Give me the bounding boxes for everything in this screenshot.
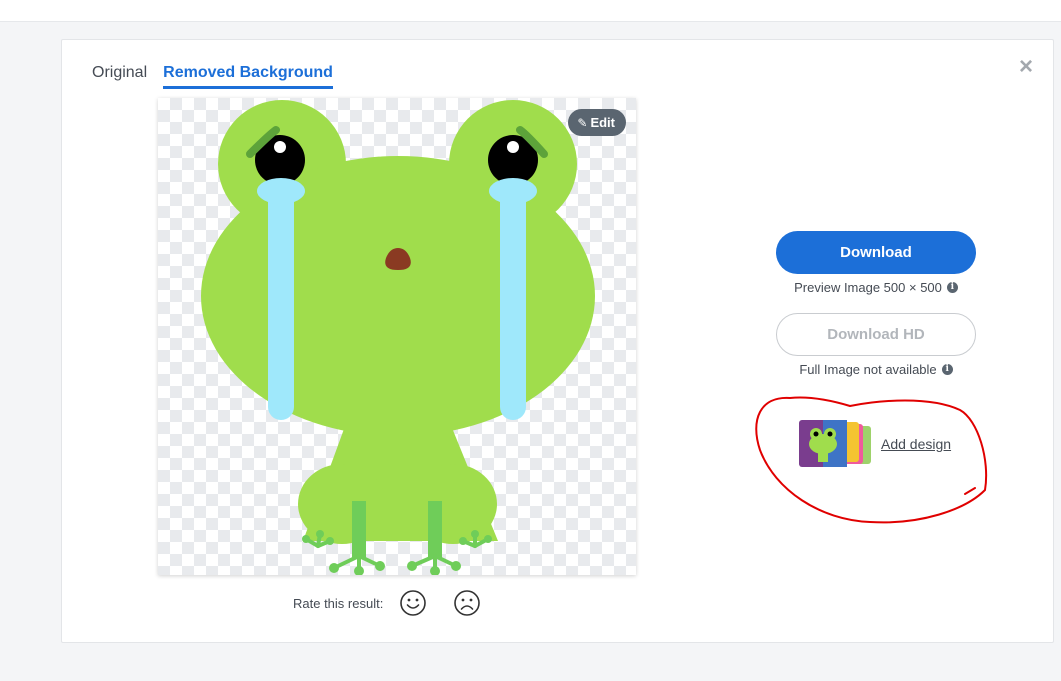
top-bar [0, 0, 1061, 22]
edit-button[interactable]: ✎ Edit [568, 109, 626, 136]
download-hd-button: Download HD [776, 313, 976, 356]
design-thumbnail [799, 420, 873, 468]
preview-size-note: Preview Image 500 × 500 i [776, 280, 976, 295]
hd-availability-text: Full Image not available [799, 362, 937, 377]
frog-image [201, 100, 595, 575]
result-card: Original Removed Background × ✎ Edit Rat… [61, 39, 1054, 643]
sad-face-icon[interactable] [453, 589, 481, 617]
happy-face-icon[interactable] [399, 589, 427, 617]
preview-size-text: Preview Image 500 × 500 [794, 280, 942, 295]
edit-label: Edit [590, 115, 615, 130]
add-design-link[interactable]: Add design [799, 420, 951, 468]
tab-removed-background[interactable]: Removed Background [163, 64, 333, 89]
rate-label: Rate this result: [293, 595, 384, 611]
download-button[interactable]: Download [776, 231, 976, 274]
hd-availability-note: Full Image not available i [776, 362, 976, 377]
add-design-label: Add design [881, 436, 952, 452]
info-icon[interactable]: i [946, 282, 958, 293]
rating-row: Rate this result: [293, 589, 507, 617]
paintbrush-icon: ✎ [577, 115, 588, 130]
close-icon[interactable]: × [1015, 55, 1037, 79]
image-preview: ✎ Edit [158, 98, 636, 575]
view-tabs: Original Removed Background [92, 64, 333, 89]
tab-original[interactable]: Original [92, 64, 147, 89]
info-icon[interactable]: i [941, 364, 953, 375]
